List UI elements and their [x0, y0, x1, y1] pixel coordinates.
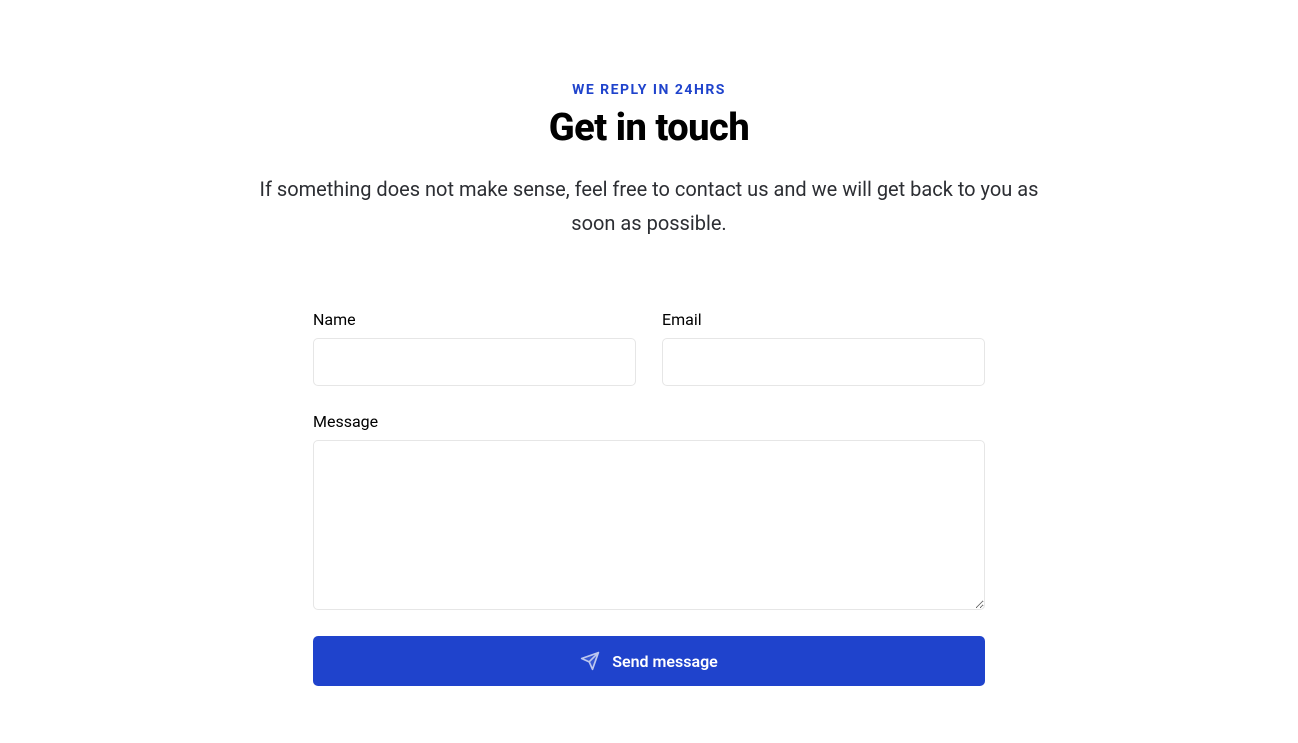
- name-field-group: Name: [313, 310, 636, 386]
- page-subtitle: If something does not make sense, feel f…: [259, 172, 1039, 240]
- send-button-label: Send message: [612, 652, 718, 671]
- send-icon: [580, 651, 600, 671]
- message-textarea[interactable]: [313, 440, 985, 610]
- name-input[interactable]: [313, 338, 636, 386]
- name-label: Name: [313, 310, 636, 329]
- page-title: Get in touch: [549, 106, 749, 150]
- message-label: Message: [313, 412, 985, 431]
- form-row: Name Email: [313, 310, 985, 386]
- email-input[interactable]: [662, 338, 985, 386]
- eyebrow-text: WE REPLY IN 24HRS: [572, 82, 726, 98]
- email-field-group: Email: [662, 310, 985, 386]
- contact-form: Name Email Message Send message: [313, 310, 985, 686]
- message-field-group: Message: [313, 412, 985, 610]
- send-button[interactable]: Send message: [313, 636, 985, 686]
- email-label: Email: [662, 310, 985, 329]
